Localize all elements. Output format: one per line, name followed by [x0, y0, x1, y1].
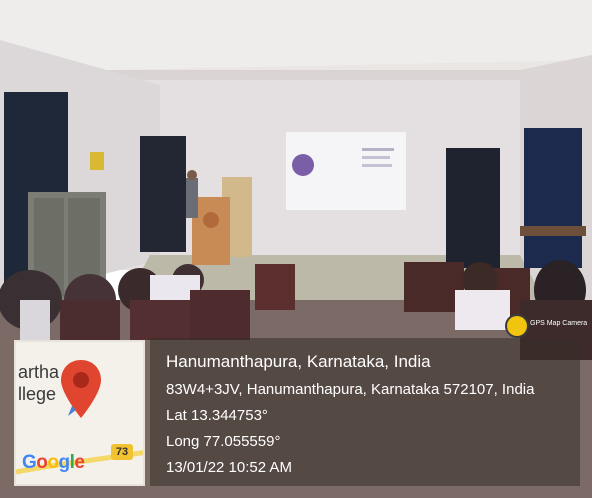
location-datetime: 13/01/22 10:52 AM [166, 459, 292, 476]
map-pin-icon [61, 360, 101, 418]
location-address: 83W4+3JV, Hanumanthapura, Karnataka 5721… [166, 381, 535, 398]
road-number-badge: 73 [111, 444, 133, 460]
map-label-line2: llege [18, 384, 57, 404]
photo-scene: artha llege Google 73 GPS Map Camera Han… [0, 0, 592, 498]
location-latitude: Lat 13.344753° [166, 407, 268, 424]
gps-camera-icon [507, 316, 527, 336]
location-place: Hanumanthapura, Karnataka, India [166, 352, 431, 371]
gps-app-label: GPS Map Camera [530, 320, 588, 327]
map-label-line1: artha [18, 362, 60, 382]
google-logo-icon: Google [22, 452, 85, 473]
location-longitude: Long 77.055559° [166, 433, 281, 450]
